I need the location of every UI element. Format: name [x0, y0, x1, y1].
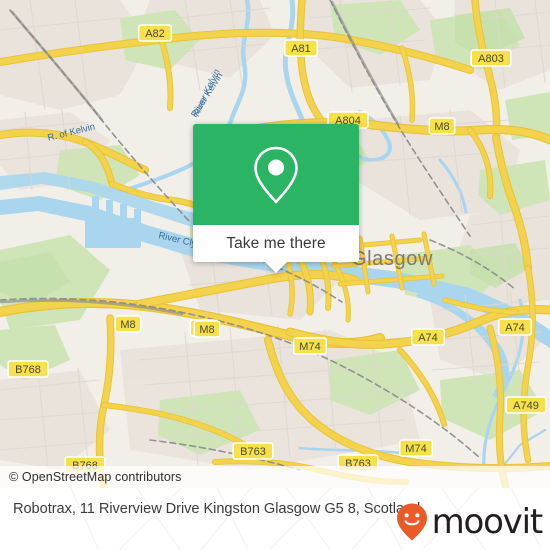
svg-text:A74: A74: [505, 322, 525, 334]
footer-bar: Robotrax, 11 Riverview Drive Kingston Gl…: [0, 488, 550, 550]
road-shield: B768: [7, 360, 49, 378]
moovit-wordmark: moovit: [431, 502, 544, 542]
road-shield: A81: [283, 39, 319, 57]
road-shield: A749: [505, 396, 547, 414]
svg-text:A81: A81: [291, 43, 311, 55]
map-attribution: © OpenStreetMap contributors: [0, 466, 550, 488]
svg-text:A82: A82: [145, 28, 165, 40]
svg-text:M74: M74: [405, 443, 426, 455]
road-shield: M74: [398, 439, 434, 457]
road-shield: M8: [428, 117, 456, 135]
svg-text:A74: A74: [418, 332, 438, 344]
road-shield: A803: [470, 49, 512, 67]
moovit-smiley-pin-icon: [396, 503, 427, 541]
road-shield: M74: [292, 337, 328, 355]
road-shield: A74: [497, 318, 533, 336]
road-shield: M8: [193, 320, 221, 338]
popup-pointer-tail: [265, 262, 287, 273]
svg-text:B763: B763: [240, 446, 266, 458]
map-pin-icon: [254, 146, 298, 203]
svg-text:B768: B768: [15, 364, 41, 376]
road-shield: M8: [114, 315, 142, 333]
svg-text:M8: M8: [199, 324, 214, 336]
popup-header: [193, 124, 359, 225]
svg-text:M74: M74: [299, 341, 320, 353]
take-me-there-button[interactable]: Take me there: [226, 235, 326, 253]
svg-text:M8: M8: [434, 121, 449, 133]
svg-text:M8: M8: [120, 319, 135, 331]
attribution-text: © OpenStreetMap contributors: [9, 470, 182, 484]
road-shield: A74: [410, 328, 446, 346]
map-screenshot-page: .land { fill:#f2efe9; } .resid { fill:#e…: [0, 0, 550, 550]
svg-text:A803: A803: [478, 53, 504, 65]
popup-action-bar[interactable]: Take me there: [193, 225, 359, 273]
svg-text:A749: A749: [513, 400, 539, 412]
location-popup-card[interactable]: Take me there: [193, 124, 359, 273]
road-shield: B763: [232, 442, 274, 460]
moovit-logo[interactable]: moovit: [395, 502, 544, 542]
road-shield: A82: [137, 24, 173, 42]
svg-text:Glasgow: Glasgow: [351, 248, 433, 270]
